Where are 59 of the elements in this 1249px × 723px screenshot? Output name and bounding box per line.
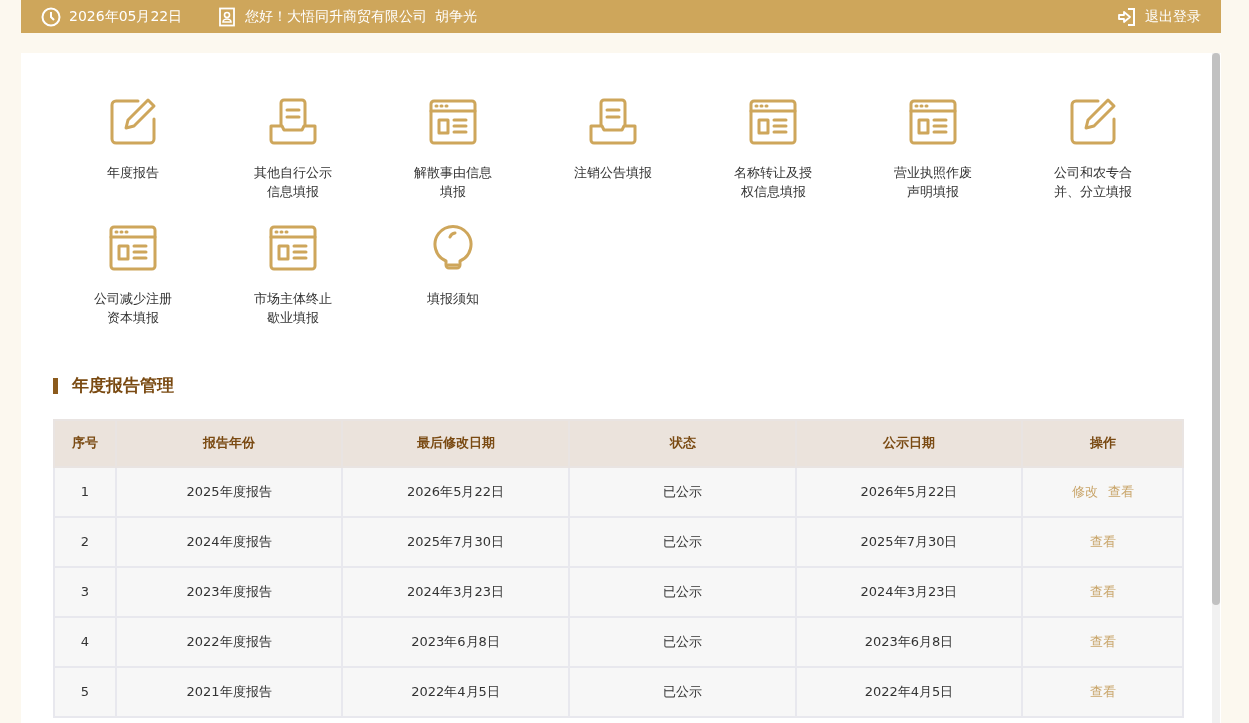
table-cell: 2026年5月22日 — [342, 466, 569, 517]
browser-window-icon — [908, 97, 958, 147]
table-cell: 4 — [54, 616, 116, 667]
table-cell: 2024年3月23日 — [796, 566, 1022, 617]
table-cell: 2025年7月30日 — [342, 516, 569, 567]
document-tray-icon — [268, 97, 318, 147]
table-cell: 2023年度报告 — [116, 566, 342, 617]
edit-icon — [1068, 97, 1118, 147]
section-title: 年度报告管理 — [72, 374, 174, 397]
edit-icon — [108, 97, 158, 147]
browser-window-icon — [748, 97, 798, 147]
table-cell: 2 — [54, 516, 116, 567]
menu-tile[interactable]: 营业执照作废声明填报 — [853, 97, 1013, 201]
column-header: 报告年份 — [116, 419, 342, 467]
column-header: 操作 — [1022, 419, 1183, 467]
menu-tile[interactable]: 其他自行公示信息填报 — [213, 97, 373, 201]
menu-tile[interactable]: 解散事由信息填报 — [373, 97, 533, 201]
section-marker — [53, 377, 58, 394]
column-header: 公示日期 — [796, 419, 1022, 467]
column-header: 状态 — [569, 419, 796, 467]
browser-window-icon — [108, 223, 158, 273]
date-text: 2026年05月22日 — [69, 7, 183, 26]
greeting-text: 您好！大悟同升商贸有限公司 — [245, 7, 427, 26]
table-cell: 2025年7月30日 — [796, 516, 1022, 567]
id-badge-icon — [217, 7, 237, 27]
table-cell: 2021年度报告 — [116, 666, 342, 717]
clock-icon — [41, 7, 61, 27]
scrollbar[interactable] — [1212, 53, 1220, 723]
browser-window-icon — [268, 223, 318, 273]
table-cell: 5 — [54, 666, 116, 717]
table-cell: 已公示 — [569, 666, 796, 717]
table-cell: 2022年4月5日 — [342, 666, 569, 717]
menu-tile[interactable]: 名称转让及授权信息填报 — [693, 97, 853, 201]
table-cell: 2025年度报告 — [116, 466, 342, 517]
table-cell: 3 — [54, 566, 116, 617]
table-cell: 已公示 — [569, 566, 796, 617]
table-cell: 2024年3月23日 — [342, 566, 569, 617]
column-header: 序号 — [54, 419, 116, 467]
menu-tile[interactable]: 注销公告填报 — [533, 97, 693, 201]
table-cell: 2024年度报告 — [116, 516, 342, 567]
document-tray-icon — [588, 97, 638, 147]
menu-tile[interactable]: 公司和农专合并、分立填报 — [1013, 97, 1173, 201]
table-cell: 2023年6月8日 — [796, 616, 1022, 667]
table-cell: 已公示 — [569, 466, 796, 517]
column-header: 最后修改日期 — [342, 419, 569, 467]
table-cell: 1 — [54, 466, 116, 517]
table-cell: 已公示 — [569, 516, 796, 567]
menu-tile[interactable]: 公司减少注册资本填报 — [53, 223, 213, 327]
table-cell: 2022年度报告 — [116, 616, 342, 667]
table-cell: 已公示 — [569, 616, 796, 667]
menu-tile[interactable]: 填报须知 — [373, 223, 533, 327]
logout-icon — [1117, 6, 1137, 27]
menu-tile[interactable]: 年度报告 — [53, 97, 213, 201]
menu-tile[interactable]: 市场主体终止歇业填报 — [213, 223, 373, 327]
table-cell: 2022年4月5日 — [796, 666, 1022, 717]
table-cell: 2023年6月8日 — [342, 616, 569, 667]
user-name: 胡争光 — [435, 7, 477, 26]
browser-window-icon — [428, 97, 478, 147]
table-cell: 2026年5月22日 — [796, 466, 1022, 517]
